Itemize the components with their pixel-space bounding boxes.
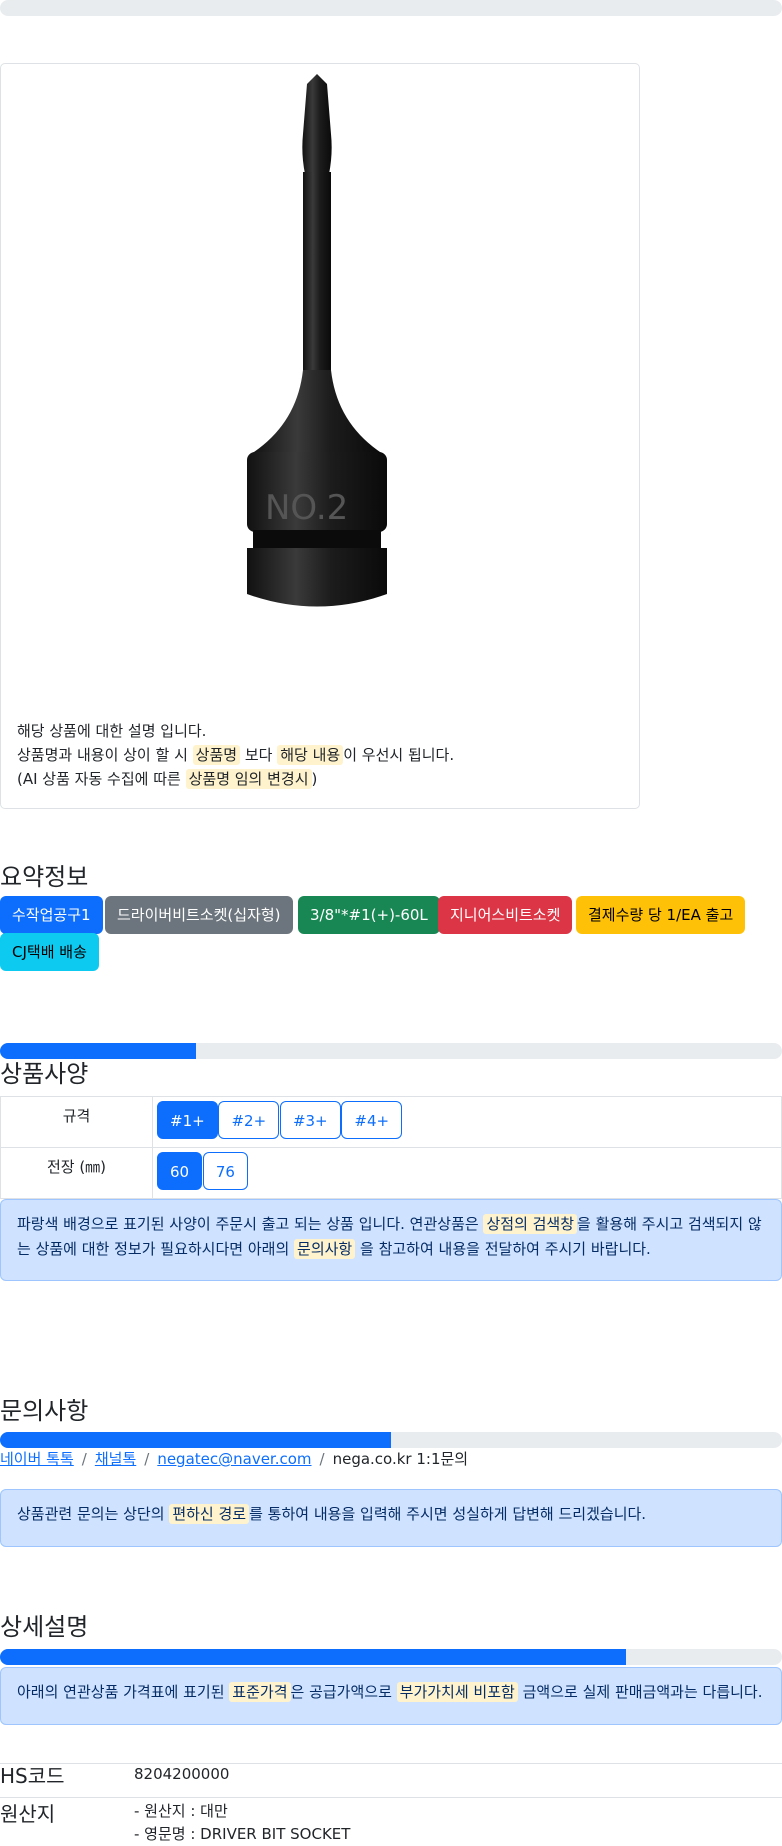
badge-quantity: 결제수량 당 1/EA 출고 [576, 896, 746, 934]
origin-label: 원산지 [0, 1802, 56, 1826]
detail-progress-fill [0, 1649, 626, 1665]
breadcrumb-separator: / [319, 1450, 325, 1468]
hs-code-row: HS코드 8204200000 [0, 1763, 782, 1796]
option-size-1[interactable]: #1+ [157, 1101, 218, 1139]
top-progress-bar [0, 0, 782, 16]
option-size-2[interactable]: #2+ [218, 1101, 280, 1139]
summary-title: 요약정보 [0, 863, 89, 891]
product-card: NO.2 해당 상품에 대한 설명 입니다. 상품명과 내용이 상이 할 시 상… [0, 63, 640, 809]
highlight-store-search: 상점의 검색창 [483, 1214, 578, 1234]
origin-english-name: - 영문명 : DRIVER BIT SOCKET [134, 1825, 351, 1843]
product-image: NO.2 [247, 74, 387, 607]
link-channeltalk[interactable]: 채널톡 [95, 1450, 136, 1468]
highlight-inquiry: 문의사항 [294, 1239, 356, 1259]
spec-notice: 파랑색 배경으로 표기된 사양이 주문시 출고 되는 상품 입니다. 연관상품은… [0, 1199, 782, 1281]
highlight-vat-excluded: 부가가치세 비포함 [396, 1682, 518, 1702]
detail-notice: 아래의 연관상품 가격표에 표기된 표준가격 은 공급가액으로 부가가치세 비포함… [0, 1667, 782, 1725]
highlight-this-content: 해당 내용 [277, 745, 344, 765]
card-line-1: 해당 상품에 대한 설명 입니다. [17, 722, 207, 740]
inquiry-site-text: nega.co.kr 1:1문의 [332, 1450, 469, 1468]
option-size-3[interactable]: #3+ [279, 1101, 341, 1139]
breadcrumb-separator: / [144, 1450, 150, 1468]
highlight-standard-price: 표준가격 [229, 1682, 291, 1702]
hs-code-value: 8204200000 [134, 1765, 230, 1783]
detail-title: 상세설명 [0, 1613, 89, 1641]
badge-subcategory: 드라이버비트소켓(십자형) [105, 896, 293, 934]
spec-label-size: 규격 [0, 1096, 153, 1148]
spec-options-length: 60 76 [152, 1147, 782, 1199]
spec-label-length: 전장 (㎜) [0, 1147, 153, 1199]
origin-row: 원산지 - 원산지 : 대만 - 영문명 : DRIVER BIT SOCKET [0, 1797, 782, 1846]
card-description: 해당 상품에 대한 설명 입니다. 상품명과 내용이 상이 할 시 상품명 보다… [17, 719, 454, 791]
badge-shipping: CJ택배 배송 [0, 933, 99, 971]
link-naver-talktalk[interactable]: 네이버 톡톡 [0, 1450, 74, 1468]
link-email[interactable]: negatec@naver.com [157, 1450, 311, 1468]
product-image-marking: NO.2 [265, 488, 348, 528]
option-length-60[interactable]: 60 [157, 1152, 203, 1190]
spec-row-length: 전장 (㎜) 60 76 [0, 1147, 782, 1199]
highlight-channel: 편하신 경로 [169, 1504, 250, 1524]
breadcrumb-separator: / [81, 1450, 87, 1468]
spec-title: 상품사양 [0, 1060, 89, 1088]
inquiry-notice: 상품관련 문의는 상단의 편하신 경로 를 통하여 내용을 입력해 주시면 성실하… [0, 1489, 782, 1547]
highlight-name-change: 상품명 임의 변경시 [185, 769, 312, 789]
origin-value: - 원산지 : 대만 - 영문명 : DRIVER BIT SOCKET [134, 1800, 350, 1846]
badge-brand: 지니어스비트소켓 [438, 896, 573, 934]
spec-options-size: #1+ #2+ #3+ #4+ [152, 1096, 782, 1148]
inquiry-progress-fill [0, 1432, 391, 1448]
highlight-product-name: 상품명 [192, 745, 241, 765]
option-length-76[interactable]: 76 [202, 1152, 248, 1190]
spec-progress-bar [0, 1043, 782, 1059]
option-size-4[interactable]: #4+ [341, 1101, 403, 1139]
inquiry-title: 문의사항 [0, 1397, 89, 1425]
badge-category: 수작업공구1 [0, 896, 103, 934]
badge-spec: 3/8"*#1(+)-60L [298, 896, 440, 934]
card-line-3: (AI 상품 자동 수집에 따른 상품명 임의 변경시) [17, 769, 318, 789]
inquiry-links: 네이버 톡톡 / 채널톡 / negatec@naver.com / nega.co.kr … [0, 1448, 468, 1469]
origin-country: - 원산지 : 대만 [134, 1802, 228, 1820]
inquiry-progress-bar [0, 1432, 782, 1448]
detail-progress-bar [0, 1649, 782, 1665]
card-line-2: 상품명과 내용이 상이 할 시 상품명 보다 해당 내용 이 우선시 됩니다. [17, 745, 455, 765]
hs-code-label: HS코드 [0, 1764, 65, 1788]
spec-table: 규격 #1+ #2+ #3+ #4+ 전장 (㎜) 60 76 [0, 1096, 782, 1199]
spec-row-size: 규격 #1+ #2+ #3+ #4+ [0, 1096, 782, 1148]
